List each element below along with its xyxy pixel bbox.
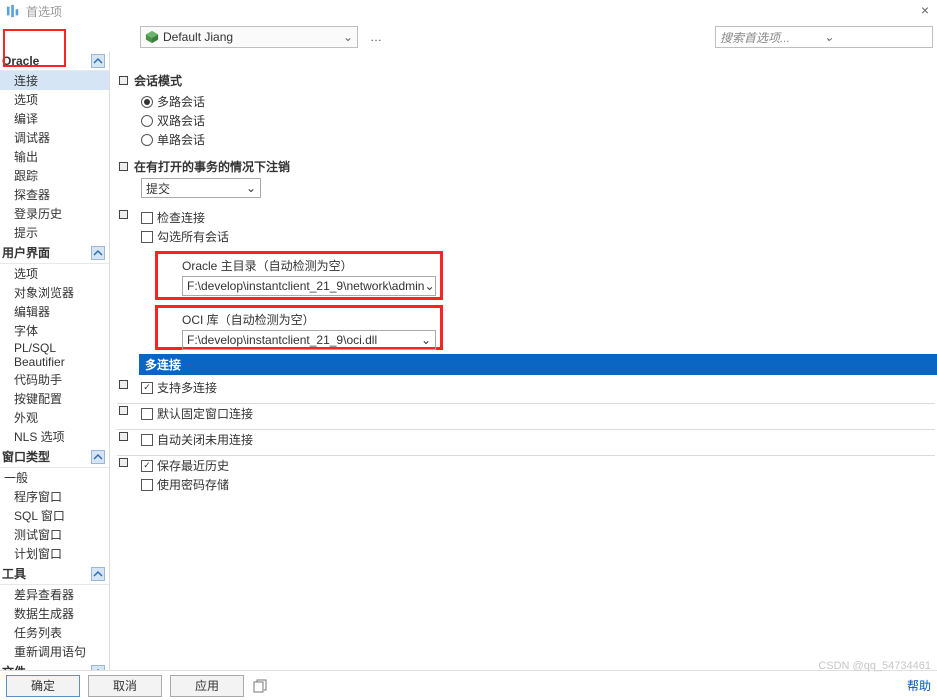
sidebar-item[interactable]: 外观 <box>0 408 109 427</box>
sidebar-item[interactable]: 一般 <box>0 468 109 487</box>
apply-button[interactable]: 应用 <box>170 675 244 697</box>
multi-conn-header: 多连接 <box>139 354 937 375</box>
chevron-down-icon: ⌄ <box>343 30 353 44</box>
chevron-down-icon: ⌄ <box>424 279 434 293</box>
chevron-up-icon[interactable] <box>91 450 105 464</box>
checkbox-select-all-sessions[interactable] <box>141 231 153 243</box>
ok-button[interactable]: 确定 <box>6 675 80 697</box>
sidebar-item[interactable]: 提示 <box>0 223 109 242</box>
sidebar-item[interactable]: 选项 <box>0 90 109 109</box>
radio-single-session[interactable] <box>141 134 153 146</box>
sidebar-item-connection[interactable]: 连接 <box>0 71 109 90</box>
checkbox-label: 勾选所有会话 <box>157 228 229 245</box>
sidebar-header-files[interactable]: 文件 <box>0 661 109 670</box>
status-indicator-icon <box>162 258 171 267</box>
footer: 确定 取消 应用 帮助 <box>0 670 937 700</box>
sidebar-item[interactable]: PL/SQL Beautifier <box>0 340 109 370</box>
sidebar-item[interactable]: 计划窗口 <box>0 544 109 563</box>
section-toggle-icon[interactable] <box>119 432 128 441</box>
oracle-home-label: Oracle 主目录（自动检测为空） <box>182 257 434 276</box>
sidebar-item[interactable]: 输出 <box>0 147 109 166</box>
profile-select[interactable]: Default Jiang ⌄ <box>140 26 358 48</box>
section-toggle-icon[interactable] <box>119 210 128 219</box>
oci-lib-label: OCI 库（自动检测为空） <box>182 311 434 330</box>
checkbox-save-history[interactable] <box>141 460 153 472</box>
more-button[interactable]: … <box>364 30 388 44</box>
sidebar-item[interactable]: 登录历史 <box>0 204 109 223</box>
radio-multi-session[interactable] <box>141 96 153 108</box>
search-placeholder: 搜索首选项... <box>720 29 824 46</box>
radio-label: 单路会话 <box>157 131 205 148</box>
cube-icon <box>145 30 159 44</box>
help-link[interactable]: 帮助 <box>907 677 931 694</box>
checkbox-label: 自动关闭未用连接 <box>157 431 253 448</box>
sidebar-item[interactable]: 字体 <box>0 321 109 340</box>
checkbox-label: 支持多连接 <box>157 379 217 396</box>
chevron-up-icon[interactable] <box>91 567 105 581</box>
sidebar-item[interactable]: 差异查看器 <box>0 585 109 604</box>
section-toggle-icon[interactable] <box>119 406 128 415</box>
checkbox-password-store[interactable] <box>141 479 153 491</box>
section-toggle-icon[interactable] <box>119 76 128 85</box>
oci-lib-select[interactable]: F:\develop\instantclient_21_9\oci.dll⌄ <box>182 330 436 350</box>
section-title: 会话模式 <box>134 72 182 89</box>
sidebar-item[interactable]: 对象浏览器 <box>0 283 109 302</box>
radio-dual-session[interactable] <box>141 115 153 127</box>
sidebar-item[interactable]: 编译 <box>0 109 109 128</box>
sidebar-header-tools[interactable]: 工具 <box>0 563 109 585</box>
radio-label: 双路会话 <box>157 112 205 129</box>
cancel-button[interactable]: 取消 <box>88 675 162 697</box>
checkbox-label: 保存最近历史 <box>157 457 229 474</box>
sidebar-item[interactable]: NLS 选项 <box>0 427 109 446</box>
section-title: 在有打开的事务的情况下注销 <box>134 158 290 175</box>
sidebar: Oracle 连接 选项 编译 调试器 输出 跟踪 探查器 登录历史 提示 用户… <box>0 52 110 670</box>
checkbox-multi-conn[interactable] <box>141 382 153 394</box>
oracle-home-select[interactable]: F:\develop\instantclient_21_9\network\ad… <box>182 276 436 296</box>
profile-label: Default Jiang <box>163 30 343 44</box>
chevron-down-icon: ⌄ <box>246 181 256 195</box>
commit-select[interactable]: 提交⌄ <box>141 178 261 198</box>
sidebar-header-oracle[interactable]: Oracle <box>0 52 109 71</box>
sidebar-item[interactable]: 测试窗口 <box>0 525 109 544</box>
sidebar-item[interactable]: 跟踪 <box>0 166 109 185</box>
window-title: 首选项 <box>26 3 62 20</box>
sidebar-item[interactable]: 程序窗口 <box>0 487 109 506</box>
app-icon <box>6 4 20 18</box>
sidebar-item[interactable]: 调试器 <box>0 128 109 147</box>
sidebar-item[interactable]: 探查器 <box>0 185 109 204</box>
checkbox-label: 检查连接 <box>157 209 205 226</box>
sidebar-item[interactable]: SQL 窗口 <box>0 506 109 525</box>
export-icon[interactable] <box>252 678 268 694</box>
sidebar-item[interactable]: 编辑器 <box>0 302 109 321</box>
section-toggle-icon[interactable] <box>119 458 128 467</box>
chevron-down-icon: ⌄ <box>421 333 431 347</box>
chevron-up-icon[interactable] <box>91 246 105 260</box>
content: 会话模式 多路会话 双路会话 单路会话 在有打开的事务的情况下注销 提交⌄ <box>110 52 937 670</box>
sidebar-header-ui[interactable]: 用户界面 <box>0 242 109 264</box>
sidebar-item[interactable]: 任务列表 <box>0 623 109 642</box>
chevron-up-icon[interactable] <box>91 54 105 68</box>
section-toggle-icon[interactable] <box>119 162 128 171</box>
toolbar: Default Jiang ⌄ … 搜索首选项... ⌄ <box>0 22 937 52</box>
sidebar-item[interactable]: 重新调用语句 <box>0 642 109 661</box>
checkbox-auto-close[interactable] <box>141 434 153 446</box>
radio-label: 多路会话 <box>157 93 205 110</box>
search-input[interactable]: 搜索首选项... ⌄ <box>715 26 933 48</box>
checkbox-pin-window[interactable] <box>141 408 153 420</box>
sidebar-item[interactable]: 代码助手 <box>0 370 109 389</box>
sidebar-item[interactable]: 按键配置 <box>0 389 109 408</box>
checkbox-label: 使用密码存储 <box>157 476 229 493</box>
checkbox-check-connection[interactable] <box>141 212 153 224</box>
sidebar-item[interactable]: 选项 <box>0 264 109 283</box>
section-toggle-icon[interactable] <box>119 380 128 389</box>
chevron-down-icon: ⌄ <box>824 30 928 44</box>
close-icon[interactable]: × <box>921 2 929 18</box>
sidebar-item[interactable]: 数据生成器 <box>0 604 109 623</box>
titlebar: 首选项 × <box>0 0 937 22</box>
status-indicator-icon <box>162 312 171 321</box>
sidebar-header-windowtype[interactable]: 窗口类型 <box>0 446 109 468</box>
checkbox-label: 默认固定窗口连接 <box>157 405 253 422</box>
